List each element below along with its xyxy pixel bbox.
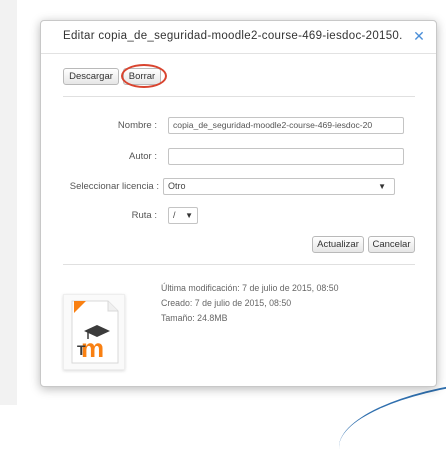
author-label: Autor : xyxy=(129,151,157,162)
author-input[interactable] xyxy=(168,148,404,165)
dialog-title: Editar copia_de_seguridad-moodle2-course… xyxy=(63,30,403,42)
license-label: Seleccionar licencia : xyxy=(69,181,159,192)
page-background-edge xyxy=(0,0,17,405)
last-modified-text: Última modificación: 7 de julio de 2015,… xyxy=(161,283,339,293)
delete-highlight-annotation xyxy=(121,64,167,88)
update-button[interactable]: Actualizar xyxy=(312,236,364,253)
dropdown-arrow-icon: ▼ xyxy=(185,211,193,220)
decorative-curve xyxy=(333,381,446,449)
close-icon[interactable]: ✕ xyxy=(412,29,426,43)
dialog-header: Editar copia_de_seguridad-moodle2-course… xyxy=(41,21,436,54)
divider xyxy=(63,96,415,97)
name-input[interactable]: copia_de_seguridad-moodle2-course-469-ie… xyxy=(168,117,404,134)
dropdown-arrow-icon: ▼ xyxy=(378,182,386,191)
divider xyxy=(63,264,415,265)
size-text: Tamaño: 24.8MB xyxy=(161,313,228,323)
download-button[interactable]: Descargar xyxy=(63,68,119,85)
name-label: Nombre : xyxy=(117,120,157,131)
moodle-backup-file-icon: m T xyxy=(63,294,125,370)
path-select[interactable]: / ▼ xyxy=(168,207,198,224)
cancel-button[interactable]: Cancelar xyxy=(368,236,415,253)
license-select[interactable]: Otro ▼ xyxy=(163,178,395,195)
path-selected-value: / xyxy=(173,210,176,220)
svg-text:T: T xyxy=(77,342,86,358)
path-label: Ruta : xyxy=(131,210,157,221)
license-selected-value: Otro xyxy=(168,181,186,191)
created-text: Creado: 7 de julio de 2015, 08:50 xyxy=(161,298,292,308)
edit-file-dialog: Editar copia_de_seguridad-moodle2-course… xyxy=(40,20,437,387)
